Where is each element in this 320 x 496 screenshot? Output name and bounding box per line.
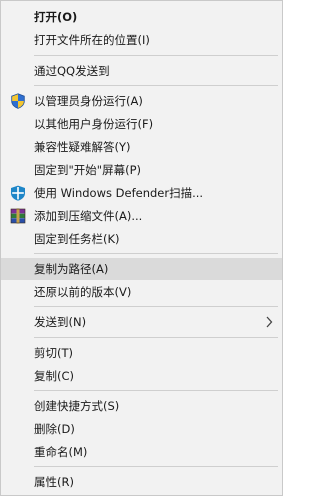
- menu-item-delete[interactable]: 删除(D): [1, 418, 282, 440]
- menu-item-label: 复制为路径(A): [34, 262, 109, 276]
- menu-item-label: 使用 Windows Defender扫描...: [34, 186, 204, 200]
- menu-item-label: 添加到压缩文件(A)...: [34, 209, 143, 223]
- menu-item-label: 重命名(M): [34, 445, 88, 459]
- menu-item-label: 删除(D): [34, 422, 75, 436]
- windows-defender-icon: [11, 185, 25, 201]
- menu-item-label: 固定到"开始"屏幕(P): [34, 163, 141, 177]
- menu-separator: [34, 390, 278, 391]
- menu-item-label: 兼容性疑难解答(Y): [34, 140, 131, 154]
- menu-item-restore-previous-versions[interactable]: 还原以前的版本(V): [1, 281, 282, 303]
- menu-item-run-as-other-user[interactable]: 以其他用户身份运行(F): [1, 113, 282, 135]
- menu-item-copy[interactable]: 复制(C): [1, 365, 282, 387]
- menu-item-rename[interactable]: 重命名(M): [1, 441, 282, 463]
- menu-item-label: 剪切(T): [34, 346, 73, 360]
- menu-item-label: 以管理员身份运行(A): [34, 94, 143, 108]
- menu-item-create-shortcut[interactable]: 创建快捷方式(S): [1, 395, 282, 417]
- menu-item-properties[interactable]: 属性(R): [1, 471, 282, 493]
- menu-separator: [34, 253, 278, 254]
- menu-item-label: 固定到任务栏(K): [34, 232, 120, 246]
- menu-item-label: 还原以前的版本(V): [34, 285, 132, 299]
- menu-separator: [34, 85, 278, 86]
- menu-item-label: 以其他用户身份运行(F): [34, 117, 154, 131]
- uac-shield-icon: [11, 93, 25, 109]
- menu-item-add-to-archive[interactable]: 添加到压缩文件(A)...: [1, 205, 282, 227]
- menu-item-cut[interactable]: 剪切(T): [1, 342, 282, 364]
- menu-item-defender-scan[interactable]: 使用 Windows Defender扫描...: [1, 182, 282, 204]
- menu-item-label: 通过QQ发送到: [34, 64, 110, 78]
- chevron-right-icon: [266, 316, 273, 328]
- menu-item-send-via-qq[interactable]: 通过QQ发送到: [1, 60, 282, 82]
- menu-item-label: 创建快捷方式(S): [34, 399, 120, 413]
- menu-item-copy-as-path[interactable]: 复制为路径(A): [1, 258, 282, 280]
- menu-item-label: 打开文件所在的位置(I): [34, 33, 150, 47]
- menu-item-open[interactable]: 打开(O): [1, 6, 282, 28]
- menu-item-send-to[interactable]: 发送到(N): [1, 311, 282, 333]
- menu-item-pin-to-start[interactable]: 固定到"开始"屏幕(P): [1, 159, 282, 181]
- winrar-archive-icon: [10, 208, 26, 224]
- menu-item-label: 属性(R): [34, 475, 74, 489]
- menu-item-run-as-admin[interactable]: 以管理员身份运行(A): [1, 90, 282, 112]
- menu-item-compatibility-troubleshoot[interactable]: 兼容性疑难解答(Y): [1, 136, 282, 158]
- menu-item-pin-to-taskbar[interactable]: 固定到任务栏(K): [1, 228, 282, 250]
- menu-separator: [34, 306, 278, 307]
- context-menu: 打开(O) 打开文件所在的位置(I) 通过QQ发送到 以管理员身份运行(A) 以…: [0, 0, 283, 496]
- menu-item-label: 发送到(N): [34, 315, 87, 329]
- menu-item-label: 复制(C): [34, 369, 75, 383]
- menu-item-label: 打开(O): [34, 10, 78, 24]
- menu-item-open-file-location[interactable]: 打开文件所在的位置(I): [1, 29, 282, 51]
- menu-separator: [34, 55, 278, 56]
- menu-separator: [34, 337, 278, 338]
- menu-separator: [34, 466, 278, 467]
